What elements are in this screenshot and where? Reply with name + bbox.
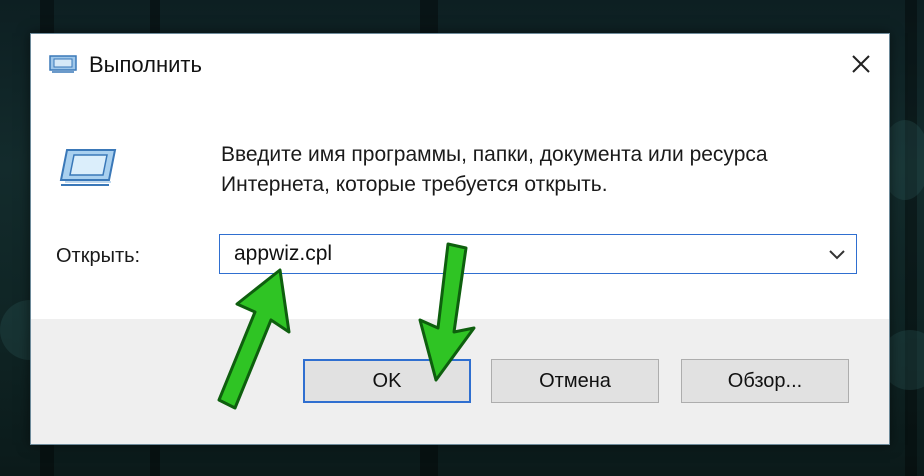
run-icon xyxy=(59,149,117,186)
browse-button[interactable]: Обзор... xyxy=(681,359,849,403)
cancel-button[interactable]: Отмена xyxy=(491,359,659,403)
open-input[interactable]: appwiz.cpl xyxy=(234,242,332,266)
title-bar[interactable]: Выполнить xyxy=(31,34,889,92)
run-dialog: Выполнить Введите имя программы, папки, … xyxy=(30,33,890,445)
window-title: Выполнить xyxy=(89,52,202,77)
close-button[interactable] xyxy=(841,46,881,82)
chevron-down-icon[interactable] xyxy=(826,243,848,265)
open-combobox[interactable]: appwiz.cpl xyxy=(219,234,857,274)
ok-button[interactable]: OK xyxy=(303,359,471,403)
description-text: Введите имя программы, папки, документа … xyxy=(221,143,768,196)
run-icon xyxy=(49,55,77,73)
close-icon xyxy=(852,55,870,73)
background-tree xyxy=(905,0,917,476)
open-label: Открыть: xyxy=(56,245,141,267)
button-bar: OK Отмена Обзор... xyxy=(31,319,889,444)
